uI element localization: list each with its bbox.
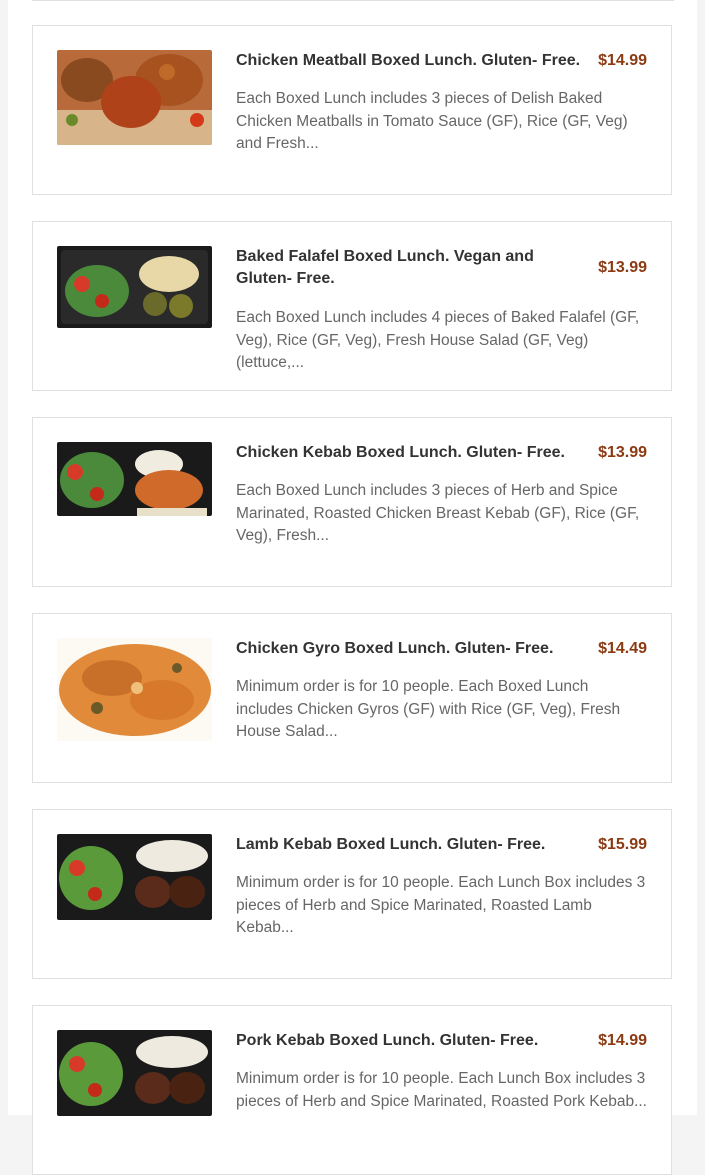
menu-item-title: Baked Falafel Boxed Lunch. Vegan and Glu… [236,248,534,287]
menu-item-title: Chicken Kebab Boxed Lunch. Gluten- Free. [236,444,565,461]
menu-item-card[interactable]: Chicken Meatball Boxed Lunch. Gluten- Fr… [32,25,672,195]
falafel-lunch-photo [57,246,212,328]
menu-item-card[interactable]: Chicken Kebab Boxed Lunch. Gluten- Free.… [32,417,672,587]
menu-item-card[interactable]: Baked Falafel Boxed Lunch. Vegan and Glu… [32,221,672,391]
menu-item-price: $14.99 [598,1032,647,1049]
menu-item-description: Each Boxed Lunch includes 3 pieces of De… [236,90,628,152]
meatball-lunch-photo [57,50,212,145]
menu-item-title: Chicken Gyro Boxed Lunch. Gluten- Free. [236,640,554,657]
menu-item-price: $15.99 [598,836,647,853]
menu-item-price: $14.99 [598,52,647,69]
menu-item-price: $13.99 [598,259,647,276]
menu-item-title: Lamb Kebab Boxed Lunch. Gluten- Free. [236,836,546,853]
menu-item-title: Chicken Meatball Boxed Lunch. Gluten- Fr… [236,52,581,69]
menu-item-description: Minimum order is for 10 people. Each Box… [236,678,621,740]
menu-item-description: Minimum order is for 10 people. Each Lun… [236,874,646,936]
menu-item-card[interactable]: Lamb Kebab Boxed Lunch. Gluten- Free. $1… [32,809,672,979]
menu-item-description: Each Boxed Lunch includes 4 pieces of Ba… [236,309,640,371]
menu-item-price: $14.49 [598,640,647,657]
pork-kebab-lunch-photo [57,1030,212,1116]
menu-item-price: $13.99 [598,444,647,461]
menu-item-card[interactable]: Chicken Gyro Boxed Lunch. Gluten- Free. … [32,613,672,783]
menu-list: Chicken Meatball Boxed Lunch. Gluten- Fr… [8,0,697,1175]
chicken-gyro-lunch-photo [57,638,212,741]
chicken-kebab-lunch-photo [57,442,212,516]
lamb-kebab-lunch-photo [57,834,212,920]
menu-item-title: Pork Kebab Boxed Lunch. Gluten- Free. [236,1032,539,1049]
previous-menu-card[interactable] [32,0,674,1]
menu-item-card[interactable]: Pork Kebab Boxed Lunch. Gluten- Free. $1… [32,1005,672,1175]
menu-item-description: Minimum order is for 10 people. Each Lun… [236,1070,647,1110]
menu-item-description: Each Boxed Lunch includes 3 pieces of He… [236,482,640,544]
